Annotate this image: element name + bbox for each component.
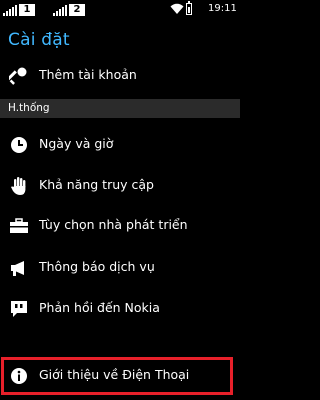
sim1-label: 1	[19, 4, 35, 16]
wifi-icon	[170, 3, 184, 14]
quote-bubble-icon	[9, 299, 29, 319]
accessibility-label: Khả năng truy cập	[39, 177, 154, 192]
add-account-item[interactable]: Thêm tài khoản	[0, 54, 240, 98]
highlight-box	[1, 357, 233, 395]
feedback-item[interactable]: Phản hồi đến Nokia	[0, 287, 240, 331]
hand-icon	[9, 176, 29, 196]
signal-icon	[53, 4, 67, 16]
accessibility-item[interactable]: Khả năng truy cập	[0, 164, 240, 208]
status-bar: 1 2 19:11	[0, 0, 240, 19]
sim2-label: 2	[69, 4, 85, 16]
sim2-indicator: 2	[53, 2, 85, 16]
sim1-indicator: 1	[3, 2, 35, 16]
section-label: H.thống	[8, 102, 50, 114]
key-icon	[9, 66, 29, 86]
megaphone-icon	[9, 258, 29, 278]
battery-icon	[186, 1, 192, 15]
toolbox-icon	[9, 216, 29, 236]
clock-time: 19:11	[208, 3, 237, 14]
signal-icon	[3, 4, 17, 16]
developer-options-item[interactable]: Tùy chọn nhà phát triển	[0, 204, 240, 248]
clock-icon	[9, 135, 29, 155]
date-time-item[interactable]: Ngày và giờ	[0, 123, 240, 167]
date-time-label: Ngày và giờ	[39, 136, 114, 151]
service-notifications-label: Thông báo dịch vụ	[39, 259, 155, 274]
page-title: Cài đặt	[8, 30, 70, 50]
developer-options-label: Tùy chọn nhà phát triển	[39, 217, 188, 232]
section-header-system: H.thống	[0, 99, 240, 118]
add-account-label: Thêm tài khoản	[39, 67, 137, 82]
feedback-label: Phản hồi đến Nokia	[39, 300, 160, 315]
service-notifications-item[interactable]: Thông báo dịch vụ	[0, 246, 240, 290]
